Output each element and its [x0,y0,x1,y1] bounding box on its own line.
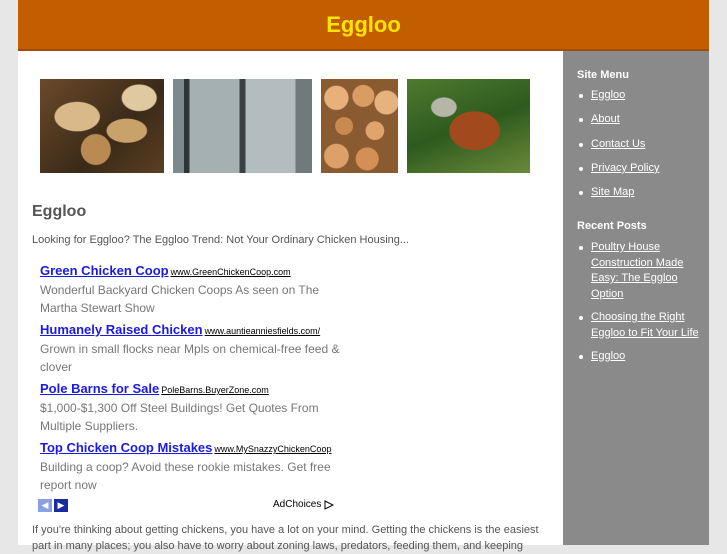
post-intro: Looking for Eggloo? The Eggloo Trend: No… [32,234,410,246]
ad-title-link[interactable]: Green Chicken Coop [40,263,169,278]
post-body-line: part in many places; you also have to wo… [32,540,524,552]
recent-post-link[interactable]: Choosing the Right Eggloo to Fit Your Li… [591,311,699,339]
ad-url-link[interactable]: www.auntieanniesfields.com/ [205,326,321,336]
photo-hens [407,79,530,173]
ad-title-link[interactable]: Top Chicken Coop Mistakes [40,440,212,455]
post-body-line: If you're thinking about getting chicken… [32,524,539,536]
adchoices-icon [324,499,335,510]
photo-coop [173,79,312,173]
post-title: Eggloo [32,203,87,220]
sidebar: Site Menu Eggloo About Contact Us Privac… [563,51,709,545]
photo-chicks [40,79,164,173]
ad-item: Green Chicken Coop www.GreenChickenCoop.c… [40,262,350,317]
recent-posts-heading: Recent Posts [577,220,647,232]
sidebar-item-privacy-policy[interactable]: Privacy Policy [591,162,659,174]
ad-item: Top Chicken Coop Mistakes www.MySnazzyChi… [40,439,350,494]
ad-url-link[interactable]: PoleBarns.BuyerZone.com [161,385,269,395]
sidebar-item-site-map[interactable]: Site Map [591,186,634,198]
recent-post-link[interactable]: Eggloo [591,350,625,362]
ad-title-link[interactable]: Pole Barns for Sale [40,381,159,396]
chevron-left-icon[interactable]: ◀ [38,499,52,512]
page-margin-right [709,0,727,545]
ad-description: Grown in small flocks near Mpls on chemi… [40,342,340,374]
sidebar-item-contact-us[interactable]: Contact Us [591,138,645,150]
post-body: If you're thinking about getting chicken… [32,522,552,554]
ad-pager: ◀ ▶ [38,499,68,512]
ad-item: Humanely Raised Chicken www.auntieanniesf… [40,321,350,376]
ad-description: Wonderful Backyard Chicken Coops As seen… [40,283,320,315]
ad-url-link[interactable]: www.GreenChickenCoop.com [171,267,291,277]
sidebar-item-about[interactable]: About [591,113,620,125]
sidebar-item-eggloo[interactable]: Eggloo [591,89,625,101]
recent-post-link[interactable]: Poultry House Construction Made Easy: Th… [591,241,683,300]
ad-title-link[interactable]: Humanely Raised Chicken [40,322,203,337]
site-header: Eggloo [18,0,709,51]
site-menu-list: Eggloo About Contact Us Privacy Policy S… [577,88,701,201]
ad-description: Building a coop? Avoid these rookie mist… [40,460,331,492]
chevron-right-icon[interactable]: ▶ [54,499,68,512]
ad-url-link[interactable]: www.MySnazzyChickenCoop [214,444,331,454]
main-content: Eggloo Looking for Eggloo? The Eggloo Tr… [18,51,563,552]
adchoices-label: AdChoices [273,499,322,510]
adchoices-link[interactable]: AdChoices [273,499,335,510]
recent-posts-list: Poultry House Construction Made Easy: Th… [577,240,701,365]
ad-description: $1,000-$1,300 Off Steel Buildings! Get Q… [40,401,319,433]
ad-item: Pole Barns for Sale PoleBarns.BuyerZone.c… [40,380,350,435]
page: Eggloo Eggloo Looking for Eggloo? The Eg… [18,0,709,552]
photo-eggs [321,79,398,173]
site-title[interactable]: Eggloo [326,12,401,38]
site-menu-heading: Site Menu [577,69,629,81]
